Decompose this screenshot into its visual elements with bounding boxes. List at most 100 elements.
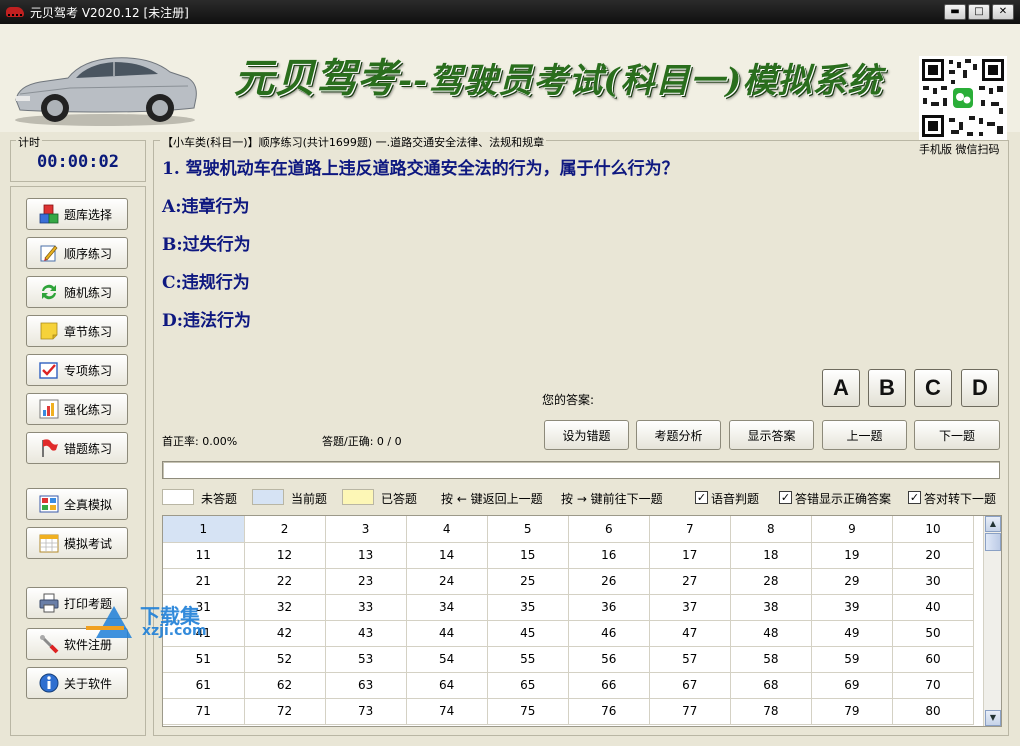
question-number-cell[interactable]: 38: [730, 594, 812, 621]
scroll-thumb[interactable]: [985, 533, 1001, 551]
question-number-cell[interactable]: 3: [325, 516, 407, 543]
question-number-cell[interactable]: 5: [487, 516, 569, 543]
question-number-cell[interactable]: 78: [730, 698, 812, 725]
question-number-cell[interactable]: 73: [325, 698, 407, 725]
question-number-cell[interactable]: 50: [892, 620, 975, 647]
question-number-cell[interactable]: 59: [811, 646, 893, 673]
sidebar-item-wrong[interactable]: 错题练习: [26, 432, 128, 464]
question-number-cell[interactable]: 13: [325, 542, 407, 569]
question-number-cell[interactable]: 67: [649, 672, 731, 699]
question-number-cell[interactable]: 74: [406, 698, 488, 725]
option-b[interactable]: B:过失行为: [162, 230, 251, 255]
question-number-cell[interactable]: 19: [811, 542, 893, 569]
question-number-cell[interactable]: 29: [811, 568, 893, 595]
question-number-cell[interactable]: 27: [649, 568, 731, 595]
question-number-cell[interactable]: 53: [325, 646, 407, 673]
question-number-cell[interactable]: 4: [406, 516, 488, 543]
question-number-cell[interactable]: 68: [730, 672, 812, 699]
next-button[interactable]: 下一题: [914, 420, 1000, 450]
question-number-cell[interactable]: 61: [163, 672, 245, 699]
question-number-cell[interactable]: 52: [244, 646, 326, 673]
sidebar-item-print[interactable]: 打印考题: [26, 587, 128, 619]
mark-wrong-button[interactable]: 设为错题: [544, 420, 629, 450]
question-number-cell[interactable]: 23: [325, 568, 407, 595]
show-answer-button[interactable]: 显示答案: [729, 420, 814, 450]
question-number-cell[interactable]: 1: [163, 516, 245, 543]
answer-d-button[interactable]: D: [961, 369, 999, 407]
scroll-up-icon[interactable]: ▲: [985, 516, 1001, 532]
sidebar-item-register[interactable]: 软件注册: [26, 628, 128, 660]
analysis-button[interactable]: 考题分析: [636, 420, 721, 450]
question-number-cell[interactable]: 80: [892, 698, 975, 725]
question-number-cell[interactable]: 9: [811, 516, 893, 543]
sidebar-item-sequential[interactable]: 顺序练习: [26, 237, 128, 269]
previous-button[interactable]: 上一题: [822, 420, 907, 450]
sidebar-item-random[interactable]: 随机练习: [26, 276, 128, 308]
question-number-cell[interactable]: 42: [244, 620, 326, 647]
question-number-cell[interactable]: 8: [730, 516, 812, 543]
maximize-button[interactable]: □: [968, 4, 990, 20]
question-number-cell[interactable]: 43: [325, 620, 407, 647]
question-number-cell[interactable]: 40: [892, 594, 975, 621]
question-number-cell[interactable]: 2: [244, 516, 326, 543]
question-number-cell[interactable]: 24: [406, 568, 488, 595]
minimize-button[interactable]: ▬: [944, 4, 966, 20]
question-number-cell[interactable]: 25: [487, 568, 569, 595]
question-number-cell[interactable]: 79: [811, 698, 893, 725]
question-number-cell[interactable]: 28: [730, 568, 812, 595]
show-correct-checkbox[interactable]: ✓: [779, 491, 792, 504]
question-number-cell[interactable]: 36: [568, 594, 650, 621]
question-number-cell[interactable]: 34: [406, 594, 488, 621]
question-number-cell[interactable]: 64: [406, 672, 488, 699]
question-number-cell[interactable]: 33: [325, 594, 407, 621]
question-number-cell[interactable]: 22: [244, 568, 326, 595]
sidebar-item-about[interactable]: 关于软件: [26, 667, 128, 699]
sidebar-item-intensive[interactable]: 强化练习: [26, 393, 128, 425]
question-number-cell[interactable]: 45: [487, 620, 569, 647]
auto-next-checkbox[interactable]: ✓: [908, 491, 921, 504]
option-c[interactable]: C:违规行为: [162, 268, 250, 293]
option-a[interactable]: A:违章行为: [162, 192, 249, 217]
question-number-cell[interactable]: 51: [163, 646, 245, 673]
question-number-cell[interactable]: 20: [892, 542, 975, 569]
answer-b-button[interactable]: B: [868, 369, 906, 407]
sidebar-item-question-bank[interactable]: 题库选择: [26, 198, 128, 230]
sidebar-item-special[interactable]: 专项练习: [26, 354, 128, 386]
question-number-cell[interactable]: 21: [163, 568, 245, 595]
question-number-cell[interactable]: 65: [487, 672, 569, 699]
question-number-cell[interactable]: 39: [811, 594, 893, 621]
answer-a-button[interactable]: A: [822, 369, 860, 407]
question-number-cell[interactable]: 55: [487, 646, 569, 673]
question-number-cell[interactable]: 14: [406, 542, 488, 569]
question-number-cell[interactable]: 12: [244, 542, 326, 569]
question-number-cell[interactable]: 48: [730, 620, 812, 647]
question-number-cell[interactable]: 10: [892, 516, 975, 543]
question-number-cell[interactable]: 17: [649, 542, 731, 569]
question-number-cell[interactable]: 6: [568, 516, 650, 543]
question-number-cell[interactable]: 58: [730, 646, 812, 673]
voice-checkbox[interactable]: ✓: [695, 491, 708, 504]
question-number-cell[interactable]: 37: [649, 594, 731, 621]
question-number-cell[interactable]: 69: [811, 672, 893, 699]
question-number-cell[interactable]: 62: [244, 672, 326, 699]
question-number-cell[interactable]: 70: [892, 672, 975, 699]
question-number-cell[interactable]: 35: [487, 594, 569, 621]
answer-c-button[interactable]: C: [914, 369, 952, 407]
question-number-cell[interactable]: 46: [568, 620, 650, 647]
question-number-cell[interactable]: 75: [487, 698, 569, 725]
question-number-cell[interactable]: 57: [649, 646, 731, 673]
question-number-cell[interactable]: 15: [487, 542, 569, 569]
grid-scrollbar[interactable]: ▲ ▼: [983, 516, 1001, 726]
question-number-cell[interactable]: 54: [406, 646, 488, 673]
question-number-cell[interactable]: 72: [244, 698, 326, 725]
question-number-cell[interactable]: 76: [568, 698, 650, 725]
question-number-cell[interactable]: 63: [325, 672, 407, 699]
sidebar-item-full-simulation[interactable]: 全真模拟: [26, 488, 128, 520]
question-number-cell[interactable]: 49: [811, 620, 893, 647]
sidebar-item-chapter[interactable]: 章节练习: [26, 315, 128, 347]
question-number-cell[interactable]: 60: [892, 646, 975, 673]
question-number-cell[interactable]: 11: [163, 542, 245, 569]
question-number-cell[interactable]: 16: [568, 542, 650, 569]
question-number-cell[interactable]: 56: [568, 646, 650, 673]
question-number-cell[interactable]: 26: [568, 568, 650, 595]
